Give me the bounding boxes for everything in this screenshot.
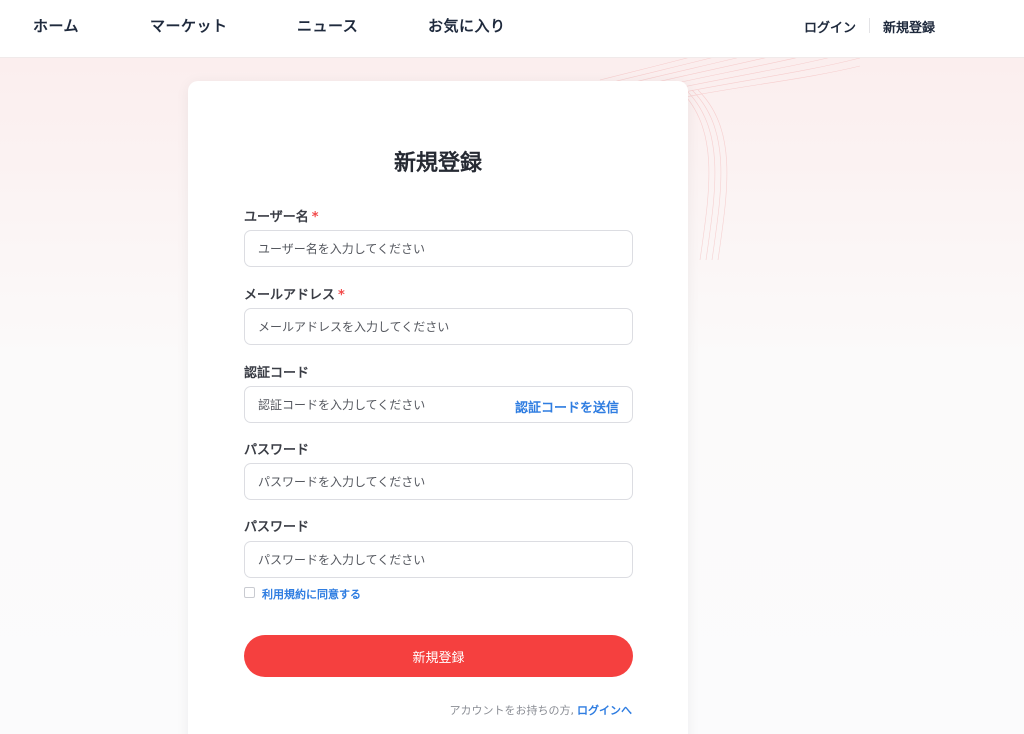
password-label-text: パスワード (244, 443, 310, 458)
register-submit-button[interactable]: 新規登録 (244, 635, 633, 677)
verification-code-label-text: 認証コード (244, 366, 310, 381)
login-link[interactable]: ログインへ (577, 704, 632, 717)
top-navigation-bar: ホーム マーケット ニュース お気に入り ログイン 新規登録 (0, 0, 1024, 58)
username-input[interactable] (258, 231, 508, 266)
password-confirm-label-text: パスワード (244, 520, 310, 535)
password-field (244, 463, 633, 500)
nav-home[interactable]: ホーム (33, 15, 79, 36)
nav-favorites[interactable]: お気に入り (428, 15, 506, 36)
header-login-link[interactable]: ログイン (804, 17, 856, 36)
password-confirm-label: パスワード (244, 516, 309, 535)
required-mark: * (338, 288, 345, 303)
header-register-link[interactable]: 新規登録 (883, 17, 935, 36)
email-input[interactable] (258, 309, 508, 344)
password-confirm-input[interactable] (258, 542, 508, 577)
required-mark: * (311, 210, 319, 225)
page-title: 新規登録 (393, 151, 482, 176)
login-prompt-text: アカウントをお持ちの方, (449, 704, 575, 717)
password-label: パスワード (244, 439, 309, 458)
nav-news[interactable]: ニュース (297, 15, 358, 36)
username-field (244, 230, 633, 267)
nav-market[interactable]: マーケット (150, 15, 228, 36)
login-prompt: アカウントをお持ちの方, ログインへ (450, 702, 633, 718)
password-input[interactable] (258, 464, 508, 499)
terms-checkbox[interactable] (244, 587, 255, 598)
register-card: 新規登録 ユーザー名* メールアドレス* 認証コード 認証コードを送信 パスワー… (188, 81, 688, 734)
verification-code-field: 認証コードを送信 (244, 386, 633, 423)
verification-code-label: 認証コード (244, 362, 309, 381)
email-label: メールアドレス * (244, 284, 345, 303)
password-confirm-field (244, 541, 633, 578)
header-auth-divider (869, 18, 870, 33)
email-field (244, 308, 633, 345)
send-code-button[interactable]: 認証コードを送信 (515, 397, 619, 416)
email-label-text: メールアドレス (244, 288, 336, 303)
terms-link[interactable]: 利用規約に同意する (262, 586, 361, 602)
username-label: ユーザー名 * (244, 206, 319, 225)
verification-code-input[interactable] (258, 387, 508, 422)
username-label-text: ユーザー名 (244, 210, 309, 225)
